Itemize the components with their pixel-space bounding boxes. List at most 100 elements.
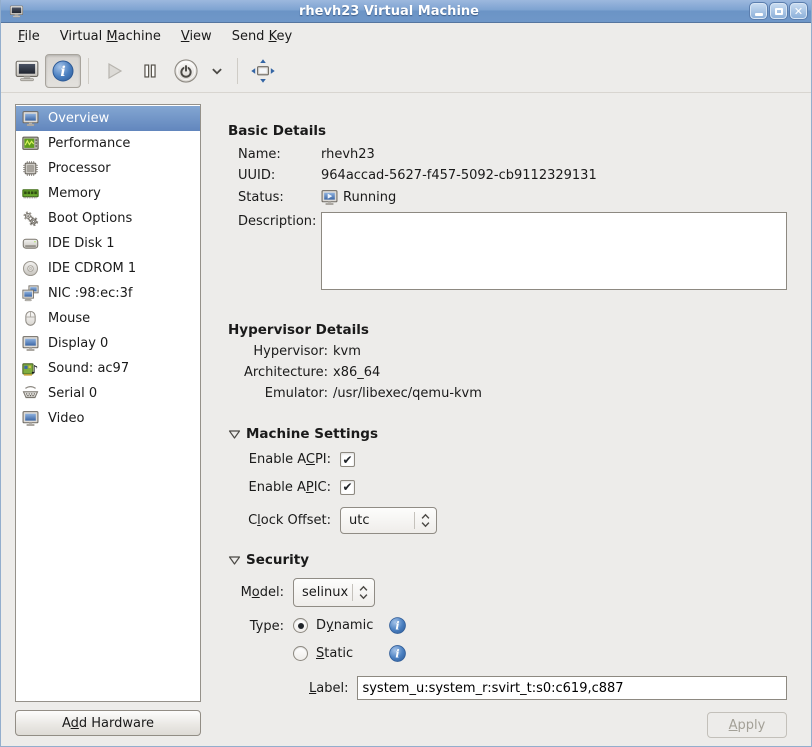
sidebar-item-sound[interactable]: Sound: ac97: [16, 356, 200, 381]
info-icon[interactable]: [388, 644, 407, 663]
monitor-icon: [22, 410, 39, 427]
hypervisor-details-heading: Hypervisor Details: [228, 322, 787, 338]
sidebar-item-performance[interactable]: Performance: [16, 131, 200, 156]
close-button[interactable]: ✕: [790, 3, 807, 19]
security-model-select[interactable]: selinux: [293, 578, 375, 607]
monitor-icon: [22, 110, 39, 127]
console-monitor-icon: [14, 58, 40, 84]
sound-icon: [22, 360, 39, 377]
mouse-icon: [22, 310, 39, 327]
architecture-value: x86_64: [333, 365, 787, 380]
status-label: Status:: [238, 190, 311, 205]
info-icon[interactable]: [388, 616, 407, 635]
window-title: rhevh23 Virtual Machine: [28, 4, 750, 19]
security-model-label: Model:: [238, 585, 284, 600]
virtual-machine-window: rhevh23 Virtual Machine ✕ File Virtual M…: [0, 0, 812, 747]
running-status-icon: [321, 189, 338, 206]
cdrom-icon: [22, 260, 39, 277]
enable-apic-label: Enable APIC:: [238, 480, 331, 495]
uuid-label: UUID:: [238, 168, 311, 183]
run-button[interactable]: [96, 54, 132, 88]
emulator-value: /usr/libexec/qemu-kvm: [333, 386, 787, 401]
chevron-down-icon: [208, 62, 226, 80]
shutdown-menu-button[interactable]: [204, 54, 230, 88]
name-label: Name:: [238, 147, 311, 162]
machine-settings-expander-icon[interactable]: [228, 428, 241, 441]
dynamic-type-label: Dynamic: [316, 618, 380, 633]
name-value: rhevh23: [321, 147, 787, 162]
clock-offset-label: Clock Offset:: [238, 513, 331, 528]
details-panel: Basic Details Name: rhevh23 UUID: 964acc…: [221, 104, 795, 736]
shutdown-button[interactable]: [168, 54, 204, 88]
hardware-list: Overview Performance Processor Memory Bo…: [15, 104, 201, 702]
maximize-icon: [775, 8, 783, 15]
close-icon: ✕: [794, 6, 803, 17]
toolbar: [1, 49, 811, 93]
minimize-icon: [755, 13, 763, 16]
sidebar-item-ide-disk-1[interactable]: IDE Disk 1: [16, 231, 200, 256]
uuid-value: 964accad-5627-f457-5092-cb9112329131: [321, 168, 787, 183]
architecture-label: Architecture:: [228, 365, 328, 380]
sidebar-item-mouse[interactable]: Mouse: [16, 306, 200, 331]
spin-arrows-icon: [420, 513, 431, 528]
enable-acpi-label: Enable ACPI:: [238, 452, 331, 467]
clock-offset-value: utc: [341, 513, 414, 528]
hardware-sidebar: Overview Performance Processor Memory Bo…: [15, 104, 201, 736]
sidebar-item-overview[interactable]: Overview: [16, 106, 200, 131]
sidebar-item-video[interactable]: Video: [16, 406, 200, 431]
serial-icon: [22, 385, 39, 402]
security-expander-icon[interactable]: [228, 554, 241, 567]
fullscreen-button[interactable]: [245, 54, 281, 88]
clock-offset-select[interactable]: utc: [340, 507, 437, 534]
menubar: File Virtual Machine View Send Key: [1, 23, 811, 49]
maximize-button[interactable]: [770, 3, 787, 19]
menu-send-key[interactable]: Send Key: [222, 25, 302, 48]
toolbar-separator: [88, 58, 89, 84]
hypervisor-value: kvm: [333, 344, 787, 359]
nic-icon: [22, 285, 39, 302]
menu-view[interactable]: View: [171, 25, 222, 48]
description-label: Description:: [238, 212, 311, 229]
processor-icon: [22, 160, 39, 177]
enable-acpi-checkbox[interactable]: [340, 452, 355, 467]
sidebar-item-serial-0[interactable]: Serial 0: [16, 381, 200, 406]
performance-icon: [22, 135, 39, 152]
gears-icon: [22, 210, 39, 227]
show-console-button[interactable]: [9, 54, 45, 88]
security-heading: Security: [246, 552, 309, 568]
security-type-label: Type:: [238, 616, 284, 634]
menu-file[interactable]: File: [8, 25, 50, 48]
sidebar-item-display-0[interactable]: Display 0: [16, 331, 200, 356]
sidebar-item-nic[interactable]: NIC :98:ec:3f: [16, 281, 200, 306]
hypervisor-label: Hypervisor:: [228, 344, 328, 359]
minimize-button[interactable]: [750, 3, 767, 19]
spin-arrows-icon: [358, 585, 369, 600]
basic-details-heading: Basic Details: [228, 123, 787, 139]
status-value: Running: [343, 190, 396, 205]
power-icon: [173, 58, 199, 84]
show-details-button[interactable]: [45, 54, 81, 88]
menu-virtual-machine[interactable]: Virtual Machine: [50, 25, 171, 48]
sidebar-item-memory[interactable]: Memory: [16, 181, 200, 206]
toolbar-separator: [237, 58, 238, 84]
security-label-input[interactable]: [357, 676, 787, 700]
static-type-label: Static: [316, 646, 380, 661]
pause-button[interactable]: [132, 54, 168, 88]
static-type-radio[interactable]: [293, 646, 308, 661]
add-hardware-button[interactable]: Add Hardware: [15, 710, 201, 736]
sidebar-item-processor[interactable]: Processor: [16, 156, 200, 181]
pause-icon: [139, 60, 161, 82]
info-icon: [51, 59, 75, 83]
enable-apic-checkbox[interactable]: [340, 480, 355, 495]
sidebar-item-boot-options[interactable]: Boot Options: [16, 206, 200, 231]
apply-button[interactable]: Apply: [707, 712, 787, 738]
description-textarea[interactable]: [321, 212, 787, 290]
disk-icon: [22, 235, 39, 252]
sidebar-item-ide-cdrom-1[interactable]: IDE CDROM 1: [16, 256, 200, 281]
content-area: Overview Performance Processor Memory Bo…: [1, 93, 811, 746]
machine-settings-heading: Machine Settings: [246, 426, 378, 442]
titlebar: rhevh23 Virtual Machine ✕: [1, 0, 811, 23]
memory-icon: [22, 185, 39, 202]
dynamic-type-radio[interactable]: [293, 618, 308, 633]
play-icon: [102, 59, 126, 83]
